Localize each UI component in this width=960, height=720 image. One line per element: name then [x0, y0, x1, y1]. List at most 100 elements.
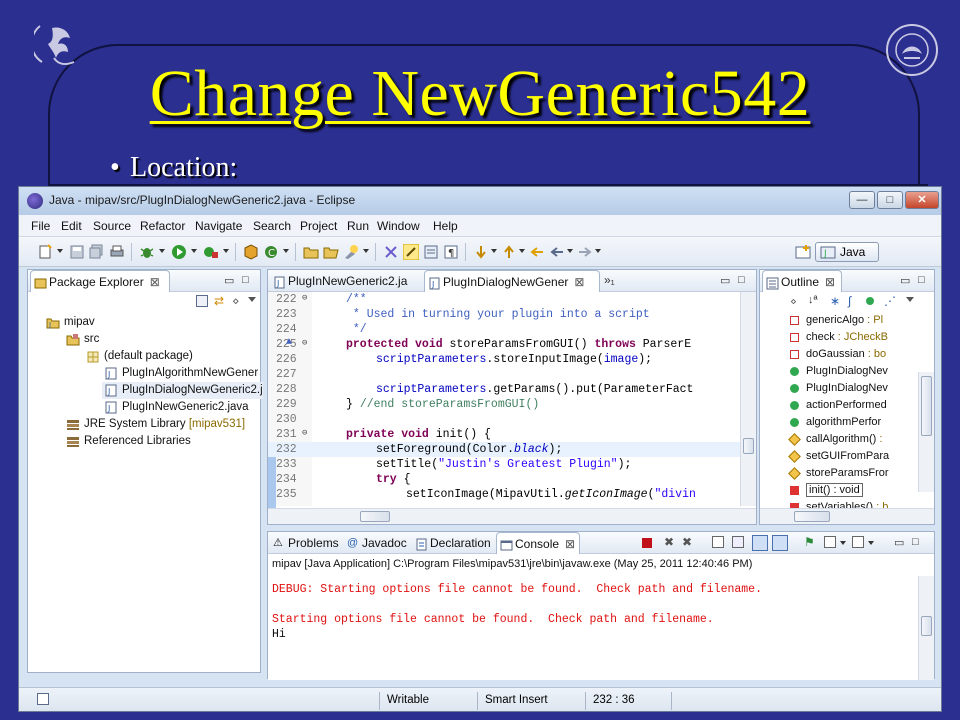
- new-icon[interactable]: [37, 244, 53, 260]
- maximize-view-icon[interactable]: □: [738, 274, 745, 286]
- outline-item[interactable]: algorithmPerfor: [760, 414, 881, 431]
- java-perspective-button[interactable]: J Java: [815, 242, 879, 262]
- outline-vertical-scrollbar[interactable]: [918, 372, 934, 492]
- scrollbar-thumb[interactable]: [921, 616, 932, 636]
- open-console-dropdown-icon[interactable]: [868, 541, 874, 545]
- outline-item-selected[interactable]: init() : void: [760, 482, 863, 499]
- show-console-on-output-icon[interactable]: [752, 535, 768, 551]
- tree-item-mipav[interactable]: Jmipav: [44, 314, 95, 331]
- block-selection-icon[interactable]: [423, 244, 439, 260]
- next-annotation-dropdown-icon[interactable]: [491, 249, 497, 253]
- tab-console[interactable]: Console ⊠: [496, 532, 580, 554]
- fold-icon[interactable]: ⊖: [302, 428, 307, 438]
- maximize-view-icon[interactable]: □: [918, 274, 925, 286]
- tree-item-dialog-file[interactable]: J PlugInDialogNewGeneric2.j: [102, 382, 263, 399]
- new-class-icon[interactable]: C: [263, 244, 279, 260]
- maximize-view-icon[interactable]: □: [912, 536, 919, 548]
- console-output[interactable]: DEBUG: Starting options file cannot be f…: [268, 576, 918, 680]
- tab-outline[interactable]: Outline ⊠: [762, 270, 842, 292]
- open-console-icon[interactable]: [852, 536, 864, 548]
- search-dropdown-icon[interactable]: [363, 249, 369, 253]
- outline-item[interactable]: storeParamsFror: [760, 465, 889, 482]
- tab-plugin-dialog[interactable]: J PlugInDialogNewGener ⊠: [424, 270, 600, 292]
- minimize-button[interactable]: —: [849, 191, 875, 209]
- outline-item[interactable]: doGaussian : bo: [760, 346, 886, 363]
- outline-item[interactable]: actionPerformed: [760, 397, 887, 414]
- menu-run[interactable]: Run: [347, 219, 369, 233]
- menu-edit[interactable]: Edit: [61, 219, 82, 233]
- tab-package-explorer[interactable]: Package Explorer ⊠: [30, 270, 170, 292]
- scrollbar-thumb[interactable]: [921, 376, 932, 436]
- sort-icon[interactable]: ↓ª: [808, 294, 818, 306]
- minimize-view-icon[interactable]: ▭: [224, 274, 234, 287]
- outline-item[interactable]: setGUIFromPara: [760, 448, 889, 465]
- new-class-dropdown-icon[interactable]: [283, 249, 289, 253]
- back-icon[interactable]: [549, 244, 565, 260]
- menu-search[interactable]: Search: [253, 219, 291, 233]
- new-dropdown-icon[interactable]: [57, 249, 63, 253]
- collapse-all-icon[interactable]: [196, 295, 208, 307]
- display-console-icon[interactable]: [824, 536, 836, 548]
- show-whitespace-icon[interactable]: ¶: [443, 244, 459, 260]
- collapse-icon[interactable]: ⋄: [790, 295, 797, 308]
- outline-horizontal-scrollbar[interactable]: [760, 508, 934, 524]
- link-with-editor-icon[interactable]: ⇄: [214, 294, 224, 308]
- pin-console-icon[interactable]: ⚑: [804, 535, 815, 549]
- new-java-project-icon[interactable]: [243, 244, 259, 260]
- scrollbar-thumb[interactable]: [743, 438, 754, 454]
- scrollbar-thumb[interactable]: [794, 511, 830, 522]
- close-tab-icon[interactable]: ⊠: [574, 275, 584, 289]
- next-annotation-icon[interactable]: [473, 244, 489, 260]
- code-editor[interactable]: 222/** 223 * Used in turning your plugin…: [268, 292, 756, 510]
- fast-view-icon[interactable]: [37, 693, 49, 705]
- console-vertical-scrollbar[interactable]: [918, 576, 934, 680]
- debug-dropdown-icon[interactable]: [159, 249, 165, 253]
- tree-item-jre-library[interactable]: JRE System Library [mipav531]: [64, 416, 245, 433]
- hide-local-types-icon[interactable]: ⋰: [884, 294, 896, 308]
- editor-vertical-scrollbar[interactable]: [740, 292, 756, 506]
- tab-declaration[interactable]: Declaration: [412, 532, 494, 554]
- highlight-pen-icon[interactable]: [402, 243, 420, 261]
- menu-project[interactable]: Project: [300, 219, 337, 233]
- run-icon[interactable]: [171, 244, 187, 260]
- forward-icon[interactable]: [577, 244, 593, 260]
- outline-item[interactable]: check : JCheckB: [760, 329, 888, 346]
- back-dropdown-icon[interactable]: [567, 249, 573, 253]
- external-tools-dropdown-icon[interactable]: [223, 249, 229, 253]
- outline-item[interactable]: PlugInDialogNev: [760, 380, 888, 397]
- menu-source[interactable]: Source: [93, 219, 131, 233]
- open-folder-icon[interactable]: [323, 244, 339, 260]
- scroll-lock-icon[interactable]: [732, 536, 744, 548]
- view-menu-dropdown-icon[interactable]: [248, 297, 256, 302]
- run-dropdown-icon[interactable]: [191, 249, 197, 253]
- more-tabs-button[interactable]: »₁: [604, 273, 615, 287]
- previous-annotation-icon[interactable]: [501, 244, 517, 260]
- last-edit-location-icon[interactable]: [529, 244, 545, 260]
- toggle-mark-occurrences-icon[interactable]: [383, 244, 399, 260]
- hide-static-icon[interactable]: ∫: [848, 294, 851, 308]
- tab-javadoc[interactable]: @ Javadoc: [344, 532, 410, 554]
- terminate-icon[interactable]: [642, 538, 652, 548]
- hide-fields-icon[interactable]: ∗: [830, 294, 840, 308]
- menu-navigate[interactable]: Navigate: [195, 219, 242, 233]
- tree-item-plugin-file[interactable]: J PlugInNewGeneric2.java: [102, 399, 249, 416]
- menu-file[interactable]: File: [31, 219, 50, 233]
- save-icon[interactable]: [69, 244, 85, 260]
- scrollbar-thumb[interactable]: [360, 511, 390, 522]
- clear-console-icon[interactable]: [712, 536, 724, 548]
- outline-item[interactable]: PlugInDialogNev: [760, 363, 888, 380]
- show-console-on-error-icon[interactable]: [772, 535, 788, 551]
- maximize-view-icon[interactable]: □: [242, 274, 249, 286]
- external-tools-icon[interactable]: [203, 244, 219, 260]
- close-tab-icon[interactable]: ⊠: [150, 275, 160, 289]
- remove-launch-icon[interactable]: ✖: [664, 535, 674, 549]
- tree-item-default-package[interactable]: (default package): [84, 348, 193, 365]
- fold-icon[interactable]: ⊖: [302, 338, 307, 348]
- display-console-dropdown-icon[interactable]: [840, 541, 846, 545]
- hide-nonpublic-icon[interactable]: [866, 297, 874, 305]
- outline-item[interactable]: genericAlgo : Pl: [760, 312, 883, 329]
- debug-icon[interactable]: [139, 244, 155, 260]
- maximize-button[interactable]: □: [877, 191, 903, 209]
- menu-help[interactable]: Help: [433, 219, 458, 233]
- close-tab-icon[interactable]: ⊠: [565, 537, 575, 551]
